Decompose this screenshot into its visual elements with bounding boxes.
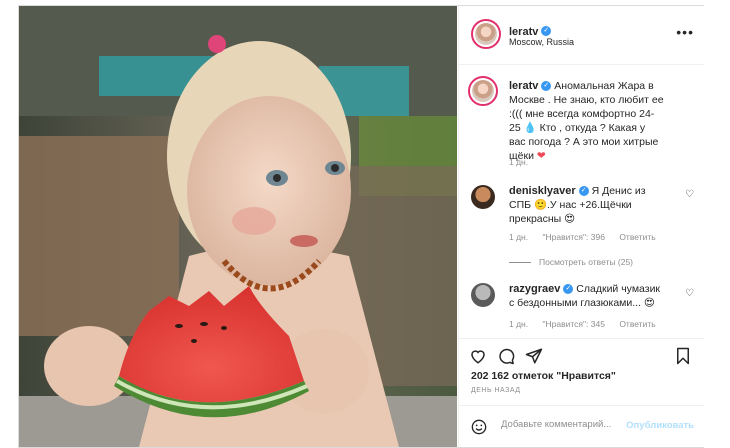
verified-badge-icon: ✓ bbox=[563, 284, 574, 295]
post-photo[interactable] bbox=[19, 6, 457, 447]
action-bar bbox=[459, 338, 704, 365]
comment-meta: 1 дн. "Нравится": 345 Ответить bbox=[509, 319, 668, 329]
publish-button[interactable]: Опубликовать bbox=[626, 420, 694, 431]
comment-username[interactable]: razygraev bbox=[509, 283, 560, 295]
bookmark-icon[interactable] bbox=[674, 347, 692, 370]
heart-icon[interactable] bbox=[469, 347, 487, 370]
commenter-avatar[interactable] bbox=[471, 283, 495, 307]
caption-avatar[interactable] bbox=[468, 76, 498, 106]
comment-item: denisklyaver ✓ Я Денис из СПБ 🙂.У нас +26… bbox=[509, 184, 664, 226]
view-replies-button[interactable]: Посмотреть ответы (25) bbox=[509, 257, 633, 267]
reply-button[interactable]: Ответить bbox=[619, 319, 655, 329]
emoji-icon[interactable] bbox=[471, 419, 487, 440]
author-avatar[interactable] bbox=[471, 19, 501, 49]
post-location[interactable]: Moscow, Russia bbox=[509, 37, 574, 47]
comment-icon[interactable] bbox=[497, 347, 515, 370]
photo-illustration bbox=[19, 6, 457, 447]
comment-likes[interactable]: "Нравится": 345 bbox=[542, 319, 604, 329]
red-heart-emoji-icon: ❤ bbox=[536, 150, 546, 162]
commenter-avatar[interactable] bbox=[471, 185, 495, 209]
caption-age: 1 дн. bbox=[509, 157, 529, 167]
post-sidebar: leratv ✓ Moscow, Russia ••• leratv ✓ Анома… bbox=[458, 6, 704, 447]
comment-item: razygraev ✓ Сладкий чумазик с бездонными … bbox=[509, 282, 664, 310]
more-options-icon[interactable]: ••• bbox=[676, 24, 694, 40]
comment-meta: 1 дн. "Нравится": 396 Ответить bbox=[509, 232, 668, 242]
verified-badge-icon: ✓ bbox=[541, 25, 552, 36]
comments-list[interactable]: leratv ✓ Аномальная Жара в Москве . Не зн… bbox=[459, 65, 704, 338]
send-icon[interactable] bbox=[525, 347, 543, 370]
caption-username[interactable]: leratv bbox=[509, 80, 538, 92]
comment-input[interactable] bbox=[499, 418, 623, 431]
post-header: leratv ✓ Moscow, Russia ••• bbox=[459, 6, 704, 65]
verified-badge-icon: ✓ bbox=[541, 81, 552, 92]
post-date[interactable]: ДЕНЬ НАЗАД bbox=[471, 387, 521, 394]
caption-body: Аномальная Жара в Москве . Не знаю, кто … bbox=[509, 80, 664, 162]
verified-badge-icon: ✓ bbox=[578, 186, 589, 197]
likes-count[interactable]: 202 162 отметок "Нравится" bbox=[471, 370, 616, 382]
comment-username[interactable]: denisklyaver bbox=[509, 185, 576, 197]
comment-like-heart-icon[interactable]: ♡ bbox=[685, 288, 694, 299]
comment-age: 1 дн. bbox=[509, 319, 529, 329]
post-dialog: leratv ✓ Moscow, Russia ••• leratv ✓ Анома… bbox=[18, 5, 704, 448]
caption-text: leratv ✓ Аномальная Жара в Москве . Не зн… bbox=[509, 79, 664, 163]
comment-composer: Опубликовать bbox=[459, 405, 704, 448]
reply-button[interactable]: Ответить bbox=[619, 232, 655, 242]
comment-likes[interactable]: "Нравится": 396 bbox=[542, 232, 604, 242]
comment-like-heart-icon[interactable]: ♡ bbox=[685, 189, 694, 200]
comment-age: 1 дн. bbox=[509, 232, 529, 242]
